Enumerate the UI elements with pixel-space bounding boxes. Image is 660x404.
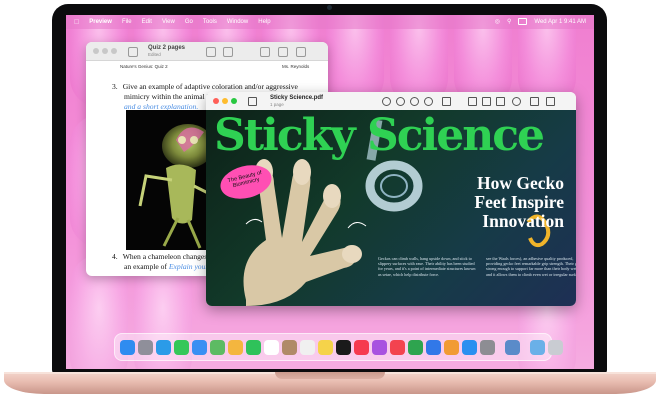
question-number: 4. bbox=[112, 252, 118, 261]
menu-go[interactable]: Go bbox=[185, 19, 193, 25]
minimize-button[interactable] bbox=[222, 98, 228, 104]
facetime-icon[interactable] bbox=[246, 339, 261, 355]
contacts-icon[interactable] bbox=[282, 339, 297, 355]
system-settings-icon[interactable] bbox=[480, 339, 495, 355]
info-icon[interactable] bbox=[296, 47, 306, 57]
quiz-titlebar[interactable]: Quiz 2 pages Edited bbox=[86, 42, 328, 61]
laptop-opening-groove bbox=[275, 372, 385, 379]
music-icon[interactable] bbox=[354, 339, 369, 355]
cover-title: Sticky Science bbox=[214, 110, 545, 161]
cover-headline: How Gecko Feet Inspire Innovation bbox=[474, 173, 564, 231]
maps-icon[interactable] bbox=[210, 339, 225, 355]
quiz-header-teacher: Ms. Reynolds bbox=[282, 64, 310, 69]
dock bbox=[114, 333, 563, 361]
tv-icon[interactable] bbox=[336, 339, 351, 355]
menu-clock[interactable]: Wed Apr 1 9:41 AM bbox=[534, 19, 586, 25]
preview-icon[interactable] bbox=[505, 339, 520, 355]
share-icon[interactable] bbox=[424, 97, 433, 106]
appstore-icon[interactable] bbox=[462, 339, 477, 355]
info-icon[interactable] bbox=[382, 97, 391, 106]
launchpad-icon[interactable] bbox=[138, 339, 153, 355]
menu-bar:  Preview File Edit View Go Tools Window… bbox=[66, 15, 594, 29]
pdf-window-title: Sticky Science.pdf bbox=[270, 95, 324, 101]
question-4: 4. When a chameleon changes an example of… bbox=[112, 252, 221, 272]
rotate-icon[interactable] bbox=[468, 97, 477, 106]
menu-view[interactable]: View bbox=[162, 19, 175, 25]
question-text: an example of bbox=[124, 262, 168, 271]
wifi-icon[interactable]: ◎ bbox=[495, 18, 500, 25]
numbers-icon[interactable] bbox=[408, 339, 423, 355]
question-text: When a chameleon changes bbox=[122, 252, 208, 261]
close-button[interactable] bbox=[93, 48, 99, 54]
podcasts-icon[interactable] bbox=[372, 339, 387, 355]
quiz-window-title: Quiz 2 pages bbox=[148, 45, 186, 51]
zoom-button[interactable] bbox=[231, 98, 237, 104]
pdf-titlebar[interactable]: Sticky Science.pdf 1 page bbox=[206, 92, 576, 111]
search-icon[interactable] bbox=[546, 97, 555, 106]
messages-icon[interactable] bbox=[174, 339, 189, 355]
reminders-icon[interactable] bbox=[300, 339, 315, 355]
menu-window[interactable]: Window bbox=[227, 19, 248, 25]
zoom-in-icon[interactable] bbox=[410, 97, 419, 106]
menu-tools[interactable]: Tools bbox=[203, 19, 217, 25]
news-icon[interactable] bbox=[390, 339, 405, 355]
apple-menu-icon[interactable]:  bbox=[74, 19, 79, 26]
question-text: Give an example of adaptive coloration a… bbox=[122, 82, 298, 91]
annotate-icon[interactable] bbox=[512, 97, 521, 106]
photos-icon[interactable] bbox=[228, 339, 243, 355]
pdf-window-subtitle: 1 page bbox=[270, 102, 284, 107]
markup-pen-icon[interactable] bbox=[442, 97, 451, 106]
close-button[interactable] bbox=[213, 98, 219, 104]
menu-help[interactable]: Help bbox=[258, 19, 270, 25]
sidebar-toggle-icon[interactable] bbox=[248, 97, 257, 106]
safari-icon[interactable] bbox=[156, 339, 171, 355]
quiz-header-title: Nature's Genius: Quiz 2 bbox=[120, 64, 168, 69]
minimize-button[interactable] bbox=[102, 48, 108, 54]
share-icon[interactable] bbox=[206, 47, 216, 57]
zoom-button[interactable] bbox=[111, 48, 117, 54]
question-text: mimicry within the animal k bbox=[124, 92, 211, 101]
question-number: 3. bbox=[112, 82, 118, 91]
downloads-folder-icon[interactable] bbox=[530, 339, 545, 355]
crop-icon[interactable] bbox=[482, 97, 491, 106]
share-sheet-icon[interactable] bbox=[530, 97, 539, 106]
calendar-icon[interactable] bbox=[264, 339, 279, 355]
trash-icon[interactable] bbox=[548, 339, 563, 355]
pdf-window[interactable]: Sticky Science.pdf 1 page Sticky Science… bbox=[206, 92, 576, 306]
sidebar-toggle-icon[interactable] bbox=[128, 47, 138, 57]
keynote-icon[interactable] bbox=[426, 339, 441, 355]
zoom-out-icon[interactable] bbox=[396, 97, 405, 106]
rotate-icon[interactable] bbox=[260, 47, 270, 57]
mail-icon[interactable] bbox=[192, 339, 207, 355]
notes-icon[interactable] bbox=[318, 339, 333, 355]
screen:  Preview File Edit View Go Tools Window… bbox=[66, 15, 594, 369]
pages-icon[interactable] bbox=[444, 339, 459, 355]
control-center-icon[interactable] bbox=[518, 18, 528, 25]
markup-icon[interactable] bbox=[223, 47, 233, 57]
menu-file[interactable]: File bbox=[122, 19, 132, 25]
finder-icon[interactable] bbox=[120, 339, 135, 355]
article-column: Geckos can climb walls, hang upside down… bbox=[378, 256, 476, 277]
shapes-icon[interactable] bbox=[496, 97, 505, 106]
highlight-icon[interactable] bbox=[278, 47, 288, 57]
camera bbox=[327, 5, 332, 10]
article-column: see the Waals forces), an adhesive quali… bbox=[486, 256, 576, 277]
menu-edit[interactable]: Edit bbox=[142, 19, 152, 25]
magazine-cover: Sticky Science How Gecko Feet Inspire In… bbox=[206, 110, 576, 306]
menu-app-name[interactable]: Preview bbox=[89, 19, 112, 25]
search-icon[interactable]: ⚲ bbox=[507, 18, 511, 25]
quiz-window-subtitle: Edited bbox=[148, 52, 161, 57]
